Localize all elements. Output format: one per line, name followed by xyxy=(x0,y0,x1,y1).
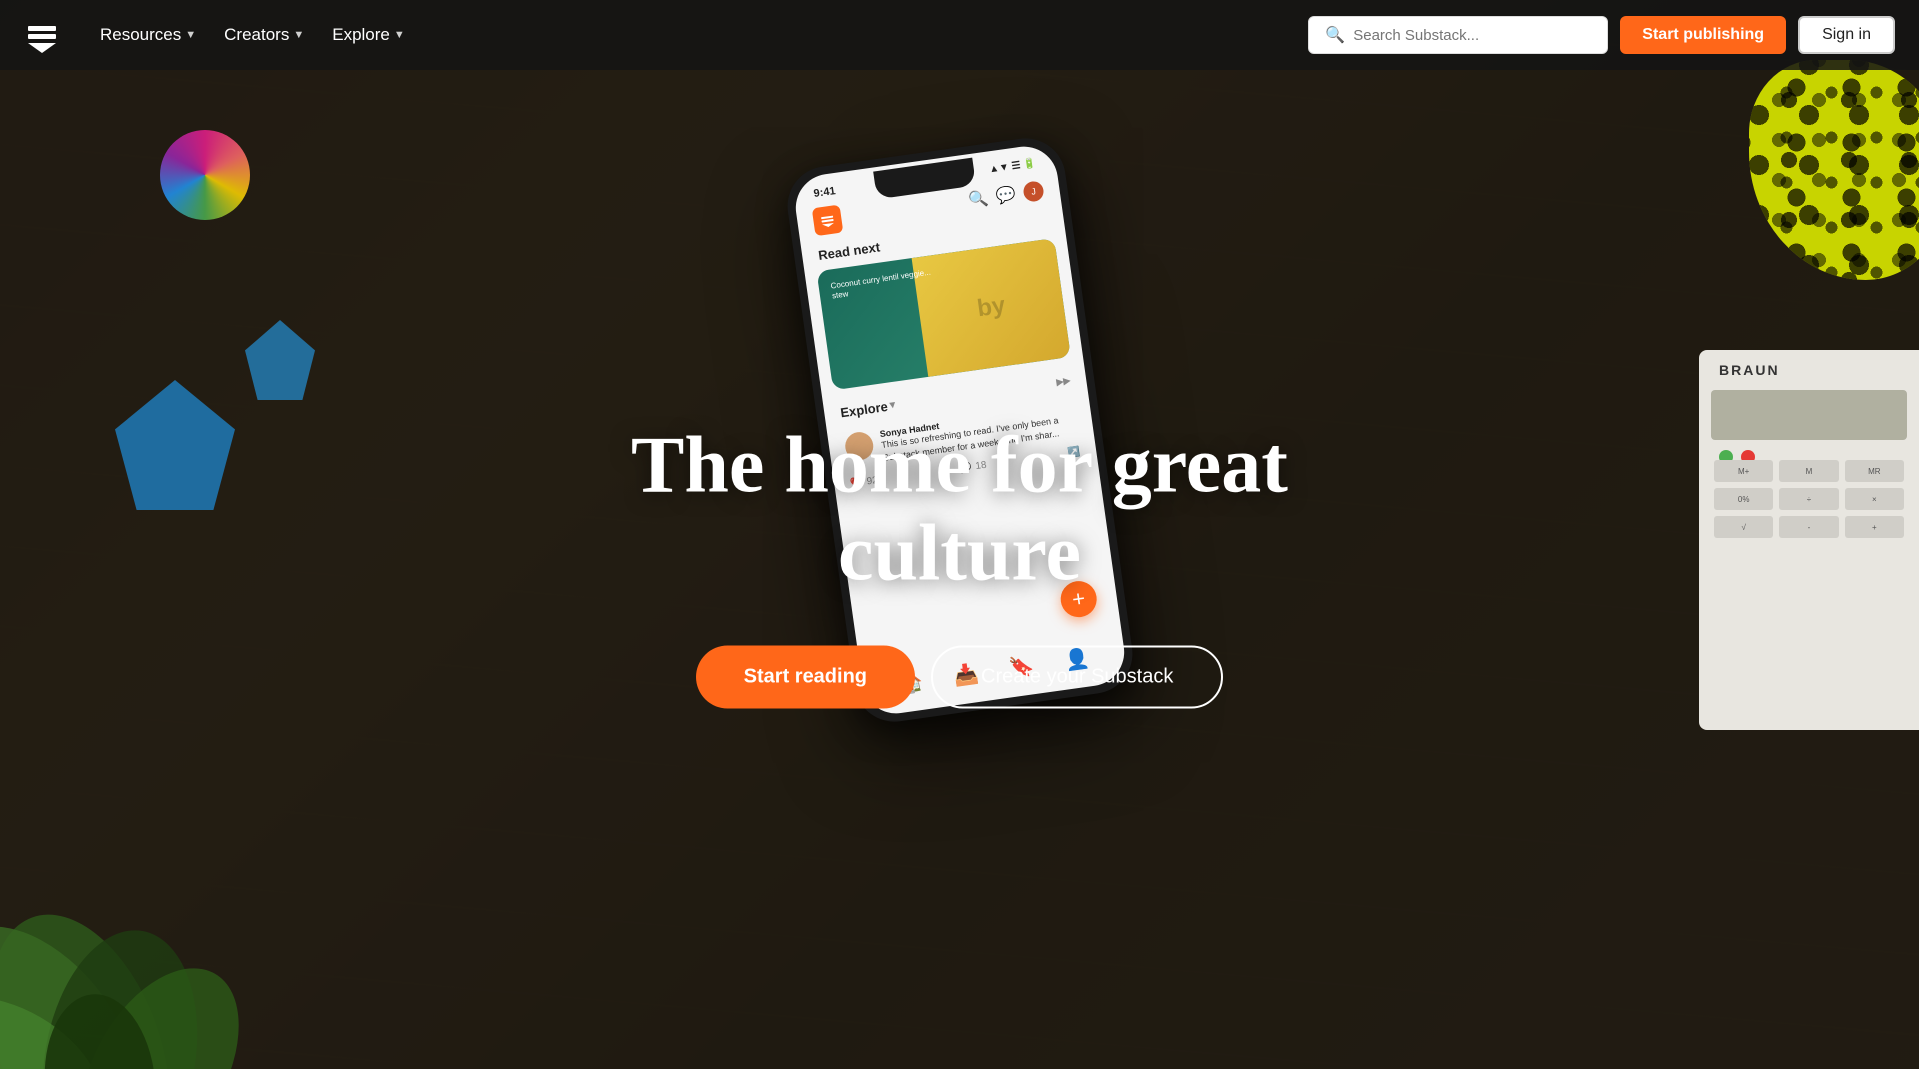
hero-title-line1: The home for great xyxy=(631,421,1288,509)
swirl-decoration xyxy=(160,130,250,220)
phone-card-accent: by xyxy=(911,238,1070,377)
nav-creators-chevron: ▼ xyxy=(293,29,304,41)
braun-device: BRAUN M+ M MR 0% ÷ × √ - + xyxy=(1699,350,1919,730)
braun-btn-1: M+ xyxy=(1714,460,1773,482)
braun-button-grid: M+ M MR 0% ÷ × √ - + xyxy=(1714,460,1904,538)
create-substack-button[interactable]: Create your Substack xyxy=(931,645,1223,708)
search-icon: 🔍 xyxy=(966,188,989,211)
braun-label: BRAUN xyxy=(1719,362,1780,378)
nav-item-creators[interactable]: Creators ▼ xyxy=(212,17,316,53)
phone-explore-toggle: ▼ xyxy=(886,400,897,412)
braun-btn-8: - xyxy=(1779,516,1838,538)
hero-title: The home for great culture xyxy=(610,421,1310,597)
hero-section: BRAUN M+ M MR 0% ÷ × √ - + xyxy=(0,0,1919,1069)
hero-content: The home for great culture Start reading… xyxy=(610,421,1310,708)
braun-btn-9: + xyxy=(1845,516,1904,538)
avatar-icon: J xyxy=(1022,180,1045,203)
nav-explore-chevron: ▼ xyxy=(394,29,405,41)
phone-explore-label: Explore xyxy=(839,399,888,420)
braun-btn-3: MR xyxy=(1845,460,1904,482)
nav-resources-chevron: ▼ xyxy=(185,29,196,41)
braun-btn-5: ÷ xyxy=(1779,488,1838,510)
hero-title-line2: culture xyxy=(838,509,1081,597)
braun-screen xyxy=(1711,390,1907,440)
nav-resources-label: Resources xyxy=(100,25,181,45)
search-icon: 🔍 xyxy=(1325,25,1345,45)
phone-time: 9:41 xyxy=(812,185,835,200)
braun-btn-2: M xyxy=(1779,460,1838,482)
phone-explore-count: ▶▶ xyxy=(1055,375,1070,388)
braun-btn-7: √ xyxy=(1714,516,1773,538)
phone-app-icons: 🔍 💬 J xyxy=(966,180,1044,210)
hero-buttons: Start reading Create your Substack xyxy=(610,645,1310,708)
phone-status-icons: ▲▼ ☰ 🔋 xyxy=(988,157,1036,174)
nav-creators-label: Creators xyxy=(224,25,289,45)
plant-decoration xyxy=(0,789,260,1069)
sign-in-button[interactable]: Sign in xyxy=(1798,16,1895,54)
braun-btn-6: × xyxy=(1845,488,1904,510)
spotted-decoration xyxy=(1749,60,1919,280)
substack-app-icon xyxy=(811,205,843,237)
nav-item-explore[interactable]: Explore ▼ xyxy=(320,17,417,53)
search-box[interactable]: 🔍 xyxy=(1308,16,1608,54)
nav-links: Resources ▼ Creators ▼ Explore ▼ xyxy=(88,17,1300,53)
navigation: Resources ▼ Creators ▼ Explore ▼ 🔍 Start… xyxy=(0,0,1919,70)
nav-item-resources[interactable]: Resources ▼ xyxy=(88,17,208,53)
nav-right: 🔍 Start publishing Sign in xyxy=(1308,16,1895,54)
substack-logo-icon xyxy=(24,17,60,53)
search-input[interactable] xyxy=(1353,27,1591,44)
braun-btn-4: 0% xyxy=(1714,488,1773,510)
start-reading-button[interactable]: Start reading xyxy=(696,645,915,708)
chat-icon: 💬 xyxy=(994,184,1017,207)
nav-explore-label: Explore xyxy=(332,25,390,45)
start-publishing-button[interactable]: Start publishing xyxy=(1620,16,1786,54)
nav-logo[interactable] xyxy=(24,17,60,53)
